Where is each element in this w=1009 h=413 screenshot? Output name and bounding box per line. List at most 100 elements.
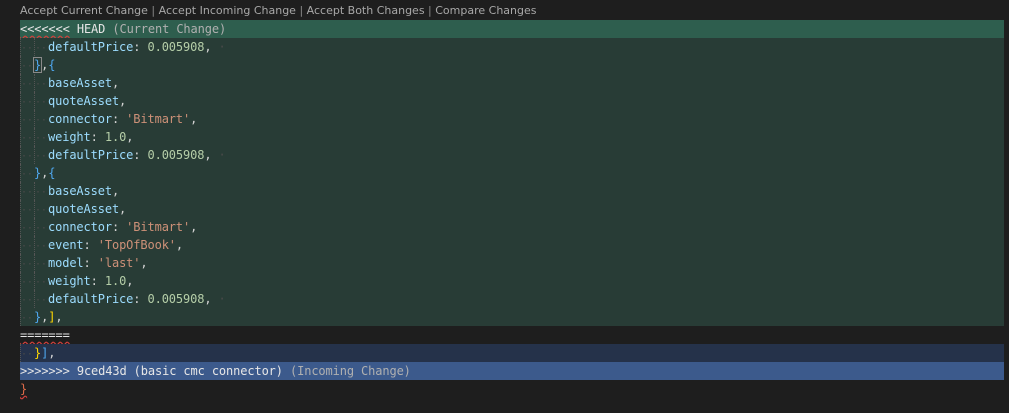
codelens-separator: | xyxy=(295,4,307,17)
whitespace-marker: ·· xyxy=(21,313,33,324)
indent-guide: ·· xyxy=(20,56,34,74)
codelens-separator: | xyxy=(424,4,436,17)
string-token: 'Bitmart' xyxy=(126,220,191,234)
indent-guide: ·· xyxy=(20,344,34,362)
indent-guide: ·· xyxy=(20,38,34,56)
current-branch-name: HEAD xyxy=(76,22,106,36)
whitespace-marker: ·· xyxy=(21,169,33,180)
whitespace-marker: ·· xyxy=(21,133,33,144)
punctuation-token: , xyxy=(190,112,198,126)
punctuation-token: , xyxy=(126,274,134,288)
bracket-token: { xyxy=(48,58,56,72)
whitespace-marker: ·· xyxy=(35,43,47,54)
string-token: 'Bitmart' xyxy=(126,112,191,126)
code-line: ·· ··weight: 1.0, xyxy=(20,272,1004,290)
indent-guide: ·· xyxy=(34,254,48,272)
indent-guide: ·· xyxy=(34,146,48,164)
whitespace-marker: ·· xyxy=(21,349,33,360)
property-token: defaultPrice xyxy=(48,292,134,306)
number-token: 0.005908 xyxy=(147,292,205,306)
indent-guide: ·· xyxy=(20,146,34,164)
incoming-change-header: >>>>>>> 9ced43d (basic cmc connector) (I… xyxy=(20,362,1004,380)
punctuation-token: : xyxy=(90,274,105,288)
indent-guide: ·· xyxy=(20,218,34,236)
code-line: ·· ··defaultPrice: 0.005908, · xyxy=(20,290,1004,308)
punctuation-token: , xyxy=(111,76,120,90)
incoming-commit-name: 9ced43d (basic cmc connector) xyxy=(76,364,283,378)
property-token: quoteAsset xyxy=(48,94,120,108)
indent-guide: ·· xyxy=(20,110,34,128)
bracket-token: } xyxy=(20,382,28,396)
indent-guide: ·· xyxy=(20,74,34,92)
property-token: defaultPrice xyxy=(48,148,134,162)
code-line: ·· ··connector: 'Bitmart', xyxy=(20,110,1004,128)
number-token: 1.0 xyxy=(104,274,127,288)
indent-guide: ·· xyxy=(20,128,34,146)
property-token: baseAsset xyxy=(48,184,112,198)
whitespace-marker: ·· xyxy=(35,97,47,108)
current-change-label: (Current Change) xyxy=(112,22,227,36)
code-line: ·· ··quoteAsset, xyxy=(20,200,1004,218)
code-line: ·· ··event: 'TopOfBook', xyxy=(20,236,1004,254)
indent-guide: ·· xyxy=(34,110,48,128)
whitespace-marker: ·· xyxy=(21,151,33,162)
whitespace-marker: ·· xyxy=(35,151,47,162)
whitespace-marker: ·· xyxy=(35,115,47,126)
whitespace-marker: ·· xyxy=(35,277,47,288)
indent-guide: ·· xyxy=(34,92,48,110)
bracket-token: { xyxy=(48,166,56,180)
compare-changes-action[interactable]: Compare Changes xyxy=(435,4,536,17)
indent-guide: ·· xyxy=(20,254,34,272)
punctuation-token: , xyxy=(126,130,134,144)
punctuation-token: : xyxy=(133,292,148,306)
whitespace-marker: ·· xyxy=(21,205,33,216)
indent-guide: ·· xyxy=(20,92,34,110)
whitespace-marker: ·· xyxy=(35,295,47,306)
codelens-separator: | xyxy=(147,4,159,17)
whitespace-marker: · xyxy=(211,148,226,162)
punctuation-token: , xyxy=(175,238,184,252)
indent-guide: ·· xyxy=(34,38,48,56)
number-token: 0.005908 xyxy=(147,148,205,162)
code-line: ·· ··model: 'last', xyxy=(20,254,1004,272)
punctuation-token: : xyxy=(111,112,127,126)
whitespace-marker: ·· xyxy=(21,295,33,306)
whitespace-marker: ·· xyxy=(21,79,33,90)
whitespace-marker: ·· xyxy=(21,259,33,270)
indent-guide: ·· xyxy=(34,290,48,308)
accept-incoming-change-action[interactable]: Accept Incoming Change xyxy=(159,4,296,17)
property-token: weight xyxy=(48,274,91,288)
code-line: ·· ··quoteAsset, xyxy=(20,92,1004,110)
indent-guide: ·· xyxy=(20,272,34,290)
incoming-change-block: ··}], xyxy=(20,344,1004,362)
punctuation-token: : xyxy=(111,220,127,234)
code-line: ··},{ xyxy=(20,56,1004,74)
whitespace-marker: ·· xyxy=(35,241,47,252)
whitespace-marker: · xyxy=(211,292,226,306)
code-line: ·· ··connector: 'Bitmart', xyxy=(20,218,1004,236)
property-token: event xyxy=(48,238,84,252)
trailing-code-block: } xyxy=(20,380,1004,398)
whitespace-marker: ·· xyxy=(35,133,47,144)
number-token: 0.005908 xyxy=(147,40,205,54)
current-change-block: ·· ··defaultPrice: 0.005908, · ··},{·· ··ba… xyxy=(20,38,1004,326)
punctuation-token: , xyxy=(190,220,198,234)
accept-both-changes-action[interactable]: Accept Both Changes xyxy=(307,4,425,17)
property-token: model xyxy=(48,256,84,270)
indent-guide: ·· xyxy=(20,236,34,254)
indent-guide: ·· xyxy=(34,236,48,254)
code-line: } xyxy=(20,380,1004,398)
indent-guide: ·· xyxy=(20,290,34,308)
accept-current-change-action[interactable]: Accept Current Change xyxy=(20,4,148,17)
whitespace-marker: ·· xyxy=(35,259,47,270)
code-editor[interactable]: <<<<<<< HEAD (Current Change) ·· ··defaul… xyxy=(20,20,1004,398)
string-token: 'TopOfBook' xyxy=(97,238,176,252)
whitespace-marker: ·· xyxy=(21,61,33,72)
punctuation-token: : xyxy=(83,256,98,270)
conflict-start-marker: <<<<<<< xyxy=(20,22,70,36)
merge-conflict-codelens: Accept Current Change | Accept Incoming … xyxy=(20,4,537,18)
punctuation-token: , xyxy=(119,202,127,216)
whitespace-marker: ·· xyxy=(21,277,33,288)
punctuation-token: : xyxy=(90,130,105,144)
indent-guide: ·· xyxy=(34,272,48,290)
